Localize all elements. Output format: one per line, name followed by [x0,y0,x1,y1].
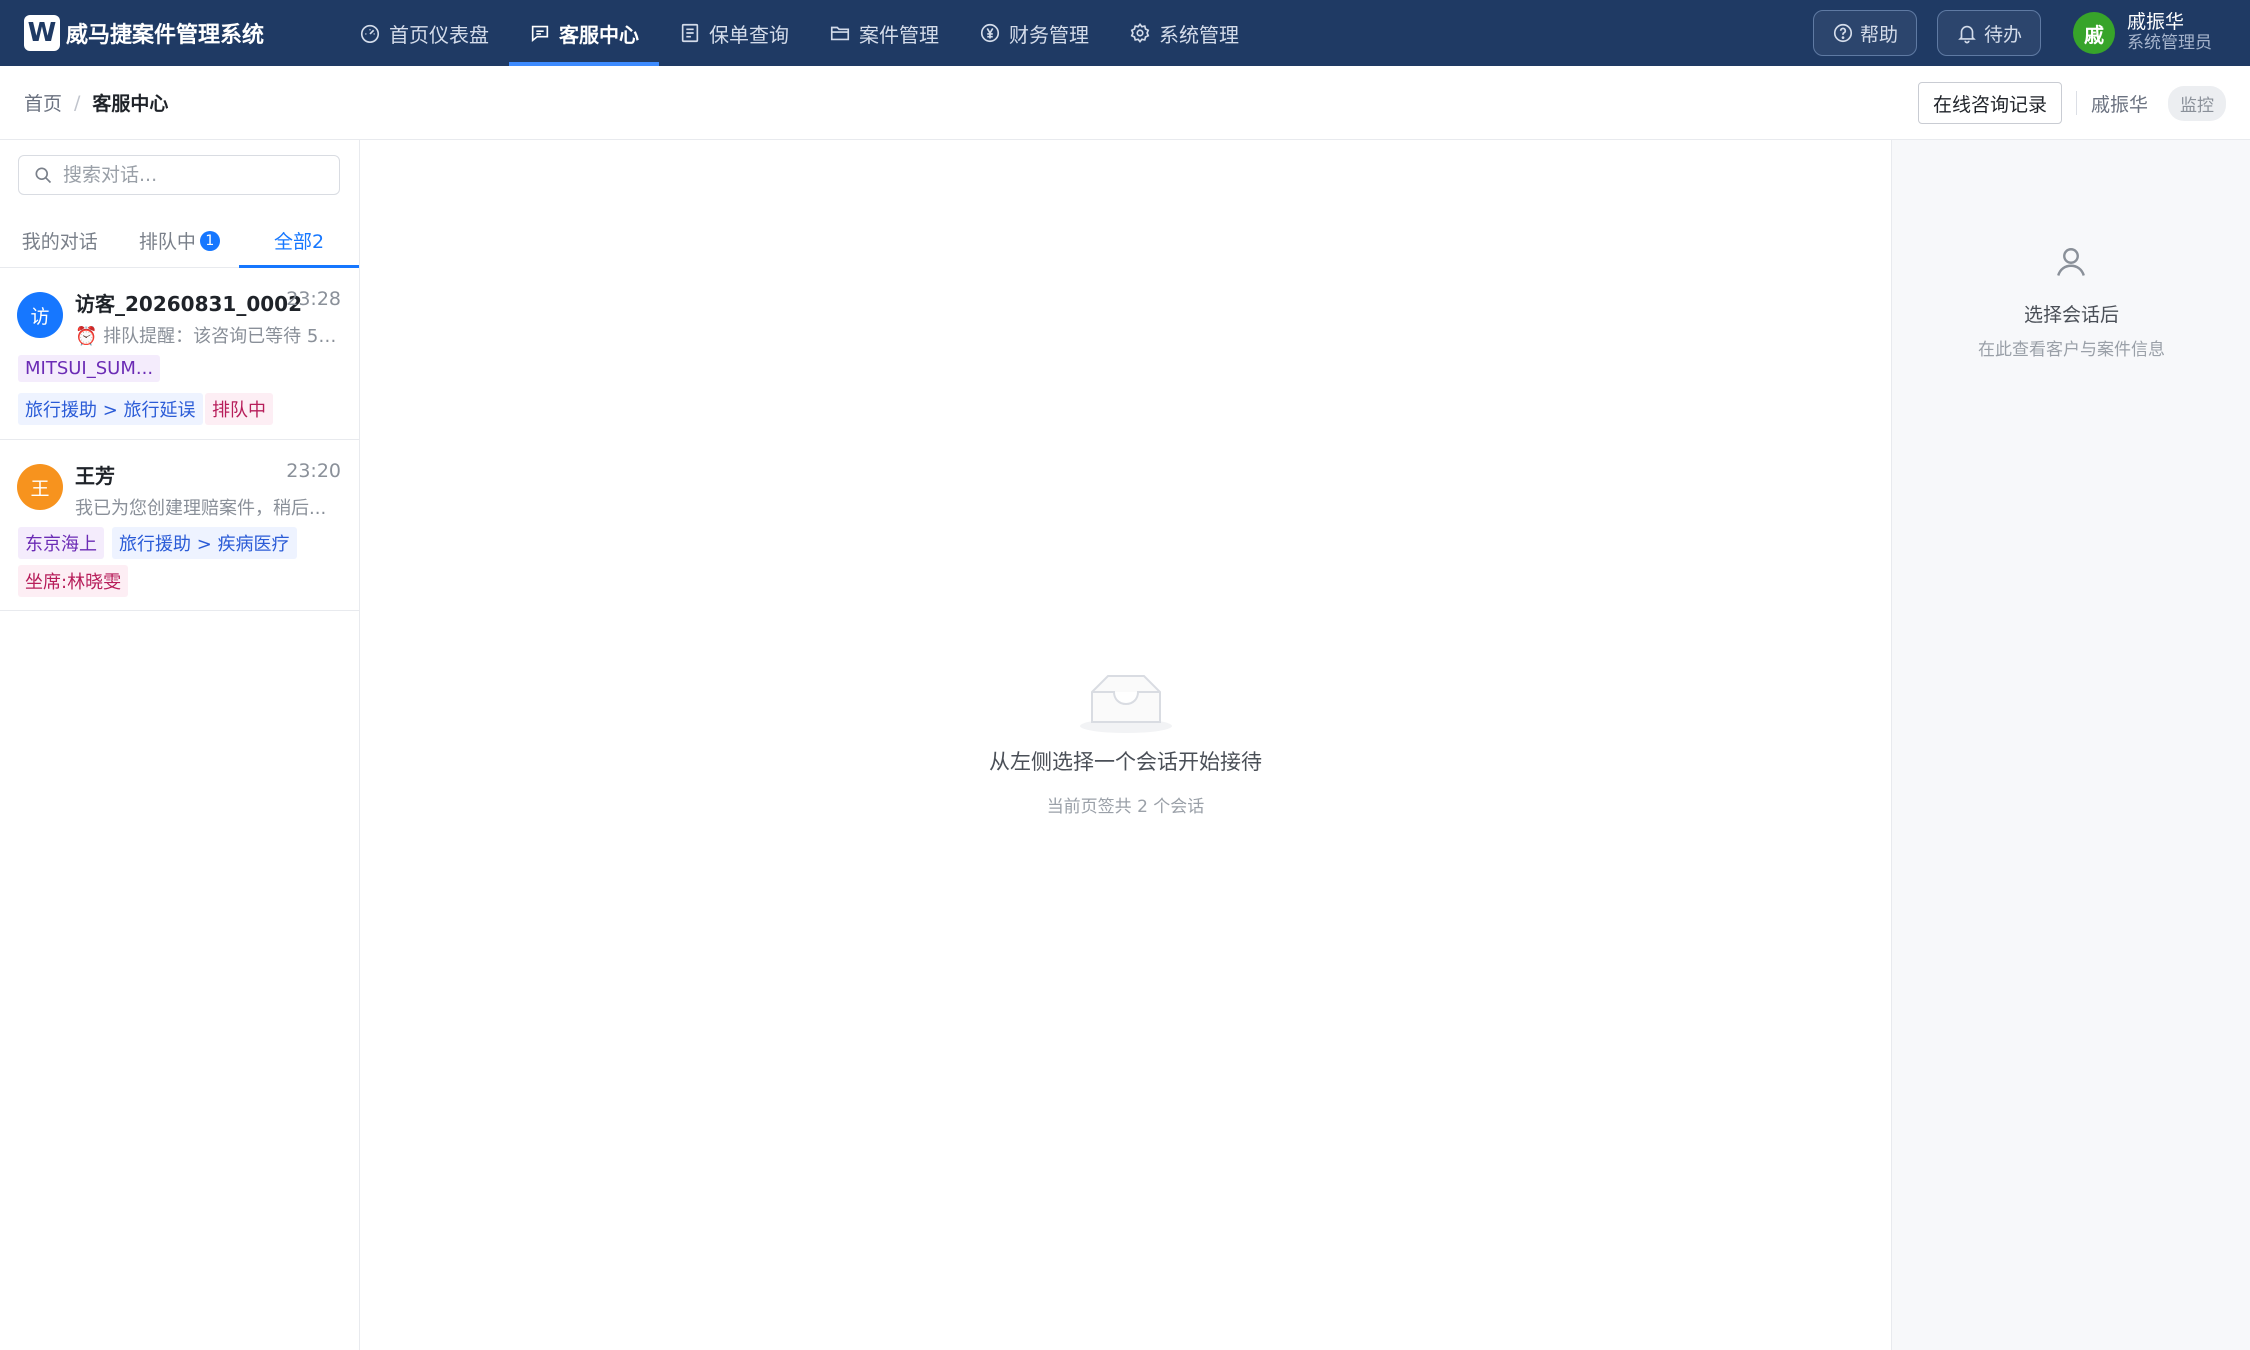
monitor-tag[interactable]: 监控 [2168,85,2226,121]
nav-label: 首页仪表盘 [389,22,489,47]
conversation-tabs: 我的对话 排队中 1 全部2 [0,214,359,268]
chat-icon [529,22,551,44]
breadcrumb-current: 客服中心 [92,93,169,115]
consultation-records-button[interactable]: 在线咨询记录 [1917,82,2062,124]
nav-label: 保单查询 [709,22,789,47]
nav-label: 财务管理 [1009,22,1089,47]
conversation-preview: 我已为您创建理赔案件，稍后... [75,498,327,519]
customer-info-panel: 选择会话后 在此查看客户与案件信息 [1891,140,2250,1350]
conversation-time: 23:28 [286,288,341,310]
panel-subtitle: 在此查看客户与案件信息 [1978,340,2165,360]
breadcrumb: 首页 / 客服中心 [24,89,168,116]
divider [2075,91,2077,115]
category-tag: 旅行援助 > 疾病医疗 [112,527,297,559]
nav-item-case-management[interactable]: 案件管理 [809,0,959,66]
help-button[interactable]: 帮助 [1812,10,1917,56]
question-circle-icon [1832,22,1854,44]
folder-icon [829,22,851,44]
todo-button[interactable]: 待办 [1936,10,2041,56]
conversation-item[interactable]: 访 访客_20260831_0002 23:28 ⏰ 排队提醒：该咨询已等待 5… [0,268,359,440]
nav-item-customer-service[interactable]: 客服中心 [509,0,659,66]
nav-item-finance[interactable]: 财务管理 [959,0,1109,66]
nav-item-system[interactable]: 系统管理 [1109,0,1259,66]
tab-all[interactable]: 全部2 [239,214,359,268]
user-name: 戚振华 [2127,11,2185,34]
avatar: 访 [17,292,63,338]
category-tag: 旅行援助 > 旅行延误 [18,393,203,425]
avatar: 王 [17,464,63,510]
breadcrumb-actions: 在线咨询记录 戚振华 监控 [1917,66,2226,140]
tab-label: 我的对话 [21,231,98,253]
conversation-sidebar: 我的对话 排队中 1 全部2 访 访客_20260831_0002 23:28 … [0,140,360,1350]
todo-label: 待办 [1983,23,2022,46]
conversation-name: 访客_20260831_0002 [75,292,302,316]
breadcrumb-separator: / [74,91,81,114]
empty-state-subtitle: 当前页签共 2 个会话 [1046,797,1205,817]
search-input[interactable] [63,164,323,186]
top-right-actions: 帮助 待办 戚 戚振华 系统管理员 [1812,0,2250,66]
user-role: 系统管理员 [2127,33,2212,54]
nav-label: 案件管理 [859,22,939,47]
agent-tag: 坐席:林晓雯 [18,565,129,597]
avatar: 戚 [2073,12,2115,54]
conversation-preview: ⏰ 排队提醒：该咨询已等待 5 ... [75,326,341,347]
agent-name: 戚振华 [2090,93,2148,116]
top-navbar: W 威马捷案件管理系统 首页仪表盘 客服中心 保单查询 案件管理 财务管理 系统… [0,0,2250,66]
conversation-time: 23:20 [286,460,341,482]
panel-title: 选择会话后 [2023,304,2119,326]
user-menu[interactable]: 戚 戚振华 系统管理员 [2073,11,2212,54]
breadcrumb-home[interactable]: 首页 [24,89,62,116]
help-label: 帮助 [1859,23,1898,46]
nav-item-dashboard[interactable]: 首页仪表盘 [339,0,509,66]
queue-count-badge: 1 [199,230,220,251]
gear-icon [1129,22,1151,44]
app-title: 威马捷案件管理系统 [66,23,265,48]
yen-icon [979,22,1001,44]
tab-label: 全部2 [273,231,325,253]
main-nav: 首页仪表盘 客服中心 保单查询 案件管理 财务管理 系统管理 [339,0,1259,66]
status-tag: 排队中 [205,393,273,425]
user-icon [2053,244,2089,280]
tab-queued[interactable]: 排队中 1 [120,214,240,267]
chat-area: 从左侧选择一个会话开始接待 当前页签共 2 个会话 [360,140,1891,1350]
insurer-tag: 东京海上 [18,527,104,559]
search-icon [33,165,53,185]
insurer-tag: MITSUI_SUM... [18,355,161,382]
brand[interactable]: W 威马捷案件管理系统 [24,15,309,51]
nav-label: 系统管理 [1159,22,1239,47]
nav-item-policy-query[interactable]: 保单查询 [659,0,809,66]
tab-label: 排队中 [138,231,196,253]
search-box [18,155,340,195]
nav-label: 客服中心 [559,22,639,47]
breadcrumb-bar: 首页 / 客服中心 在线咨询记录 戚振华 监控 [0,66,2250,140]
empty-state-title: 从左侧选择一个会话开始接待 [989,750,1262,774]
document-list-icon [679,22,701,44]
brand-logo: W [24,15,60,51]
inbox-empty-icon [1078,668,1174,734]
tab-my-conversations[interactable]: 我的对话 [0,214,120,267]
dashboard-icon [359,22,381,44]
conversation-item[interactable]: 王 王芳 23:20 我已为您创建理赔案件，稍后... 东京海上 旅行援助 > … [0,440,359,611]
conversation-name: 王芳 [75,464,115,488]
bell-icon [1956,22,1978,44]
